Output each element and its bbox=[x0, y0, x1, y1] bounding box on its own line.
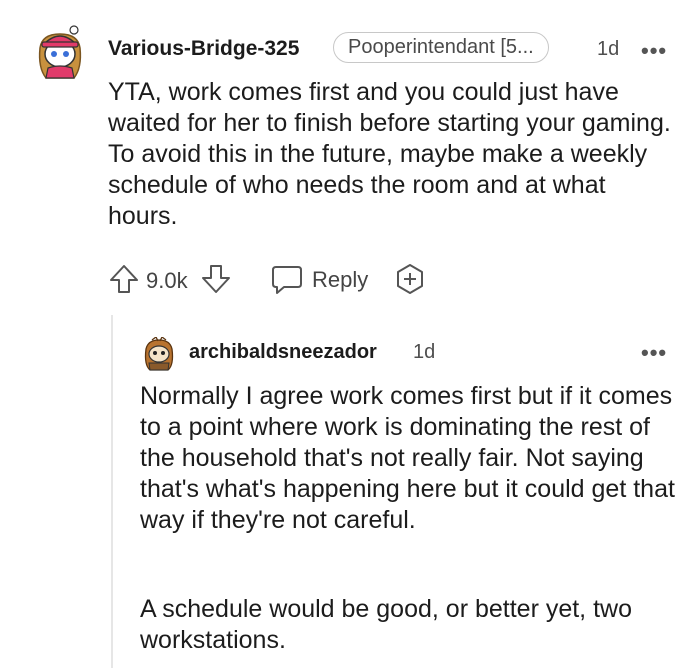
vote-count: 9.0k bbox=[146, 268, 188, 293]
reply-author[interactable]: archibaldsneezador bbox=[189, 341, 377, 364]
award-button[interactable] bbox=[394, 263, 426, 295]
reply-timestamp: 1d bbox=[413, 341, 436, 363]
user-avatar[interactable] bbox=[34, 24, 86, 80]
downvote-arrow-icon bbox=[202, 265, 230, 293]
thread-line[interactable] bbox=[111, 315, 113, 668]
user-flair: Pooperintendant [5... bbox=[333, 32, 549, 63]
reply-button[interactable]: Reply bbox=[270, 262, 380, 296]
reply-more-options-button[interactable]: ••• bbox=[641, 342, 667, 364]
snoo-avatar-icon bbox=[144, 337, 174, 371]
comment-body: YTA, work comes first and you could just… bbox=[108, 78, 671, 230]
upvote-arrow-icon bbox=[110, 265, 138, 293]
comment-author[interactable]: Various-Bridge-325 bbox=[108, 37, 299, 61]
comment-timestamp: 1d bbox=[597, 38, 620, 60]
reply-paragraph: A schedule would be good, or better yet,… bbox=[140, 595, 632, 654]
award-plus-icon bbox=[397, 264, 423, 294]
upvote-button[interactable] bbox=[108, 263, 140, 295]
reply-label: Reply bbox=[312, 267, 369, 292]
reply-avatar[interactable] bbox=[142, 337, 176, 371]
speech-bubble-icon bbox=[272, 266, 302, 294]
snoo-avatar-icon bbox=[38, 25, 82, 79]
downvote-button[interactable] bbox=[200, 263, 232, 295]
reply-paragraph: Normally I agree work comes first but if… bbox=[140, 382, 675, 534]
more-options-button[interactable]: ••• bbox=[641, 40, 667, 62]
